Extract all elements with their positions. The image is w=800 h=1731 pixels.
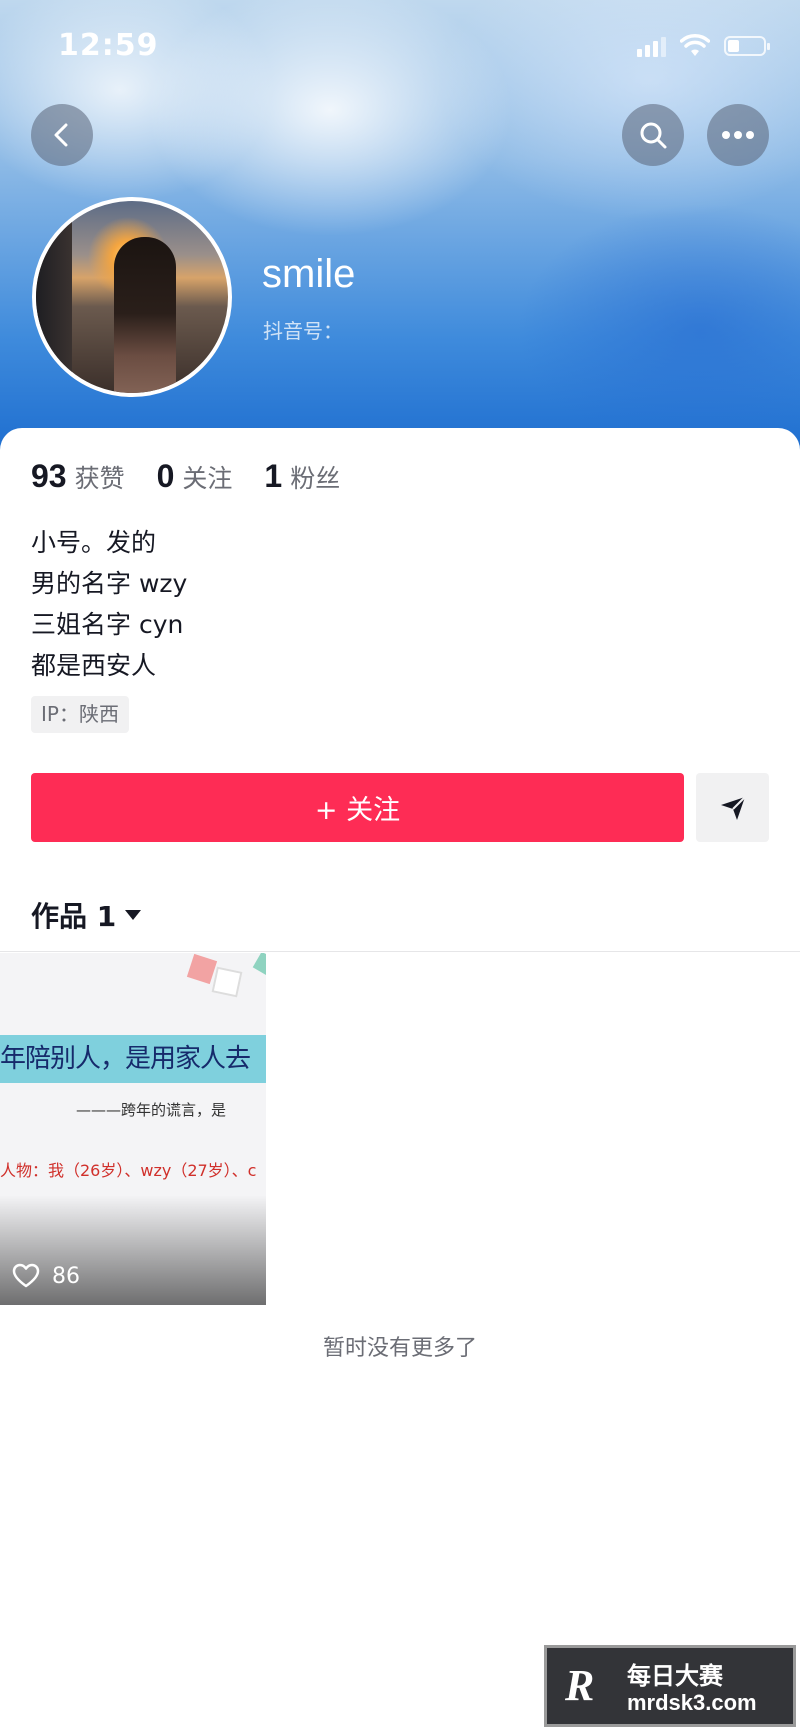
ip-location-tag: IP：陕西 [31, 696, 129, 733]
status-bar: 12:59 [0, 0, 800, 96]
tab-works-label: 作品 1 [31, 900, 117, 933]
video-likes: 86 [12, 1263, 80, 1289]
chevron-left-icon [54, 123, 68, 147]
stat-value: 0 [156, 458, 175, 494]
profile-nickname: smile [262, 252, 356, 296]
avatar[interactable] [32, 197, 232, 397]
no-more-text: 暂时没有更多了 [322, 1336, 477, 1361]
stat-label: 获赞 [74, 464, 125, 493]
status-time: 12:59 [58, 28, 159, 63]
video-thumbnail[interactable]: 年陪别人，是用家人去 ———跨年的谎言，是 人物：我（26岁）、wzy（27岁）… [0, 953, 266, 1305]
caret-down-icon [125, 910, 142, 920]
video-caption-sub: ———跨年的谎言，是 [76, 1101, 227, 1119]
battery-icon [724, 36, 770, 56]
video-likes-count: 86 [52, 1263, 80, 1289]
bio-line: 男的名字 wzy [31, 569, 188, 598]
profile-stats: 93 获赞 0 关注 1 粉丝 [31, 458, 372, 495]
tab-works[interactable]: 作品 1 [31, 895, 142, 935]
heart-icon [12, 1263, 40, 1288]
stat-value: 1 [264, 458, 283, 494]
watermark-name: 每日大赛 [627, 1662, 723, 1690]
search-button[interactable] [622, 104, 684, 166]
bio-line: 三姐名字 cyn [31, 610, 184, 639]
stat-value: 93 [31, 458, 67, 494]
bio-line: 小号。发的 [31, 528, 157, 557]
more-dots-icon [722, 131, 754, 139]
watermark-logo: R [565, 1661, 595, 1710]
bio-line: 都是西安人 [31, 651, 157, 680]
wifi-icon [680, 34, 710, 56]
follow-button[interactable]: + 关注 [31, 773, 684, 842]
video-caption-red: 人物：我（26岁）、wzy（27岁）、c [0, 1161, 257, 1180]
douyin-id-label: 抖音号： [263, 319, 343, 343]
signal-icon [637, 35, 666, 57]
status-icons [637, 34, 770, 58]
stat-likes[interactable]: 93 获赞 [31, 458, 125, 495]
stat-label: 粉丝 [290, 464, 341, 493]
watermark-url: mrdsk3.com [627, 1690, 757, 1715]
back-button[interactable] [31, 104, 93, 166]
tab-divider [0, 951, 800, 952]
site-watermark: R 每日大赛 mrdsk3.com [544, 1645, 796, 1727]
more-button[interactable] [707, 104, 769, 166]
stat-following[interactable]: 0 关注 [157, 458, 233, 495]
video-caption-main: 年陪别人，是用家人去 [0, 1044, 251, 1074]
search-icon [640, 122, 667, 149]
send-icon [720, 795, 746, 820]
stat-label: 关注 [182, 464, 233, 493]
profile-bio: 小号。发的 男的名字 wzy 三姐名字 cyn 都是西安人 [31, 522, 187, 686]
share-button[interactable] [696, 773, 769, 842]
stat-followers[interactable]: 1 粉丝 [264, 458, 340, 495]
